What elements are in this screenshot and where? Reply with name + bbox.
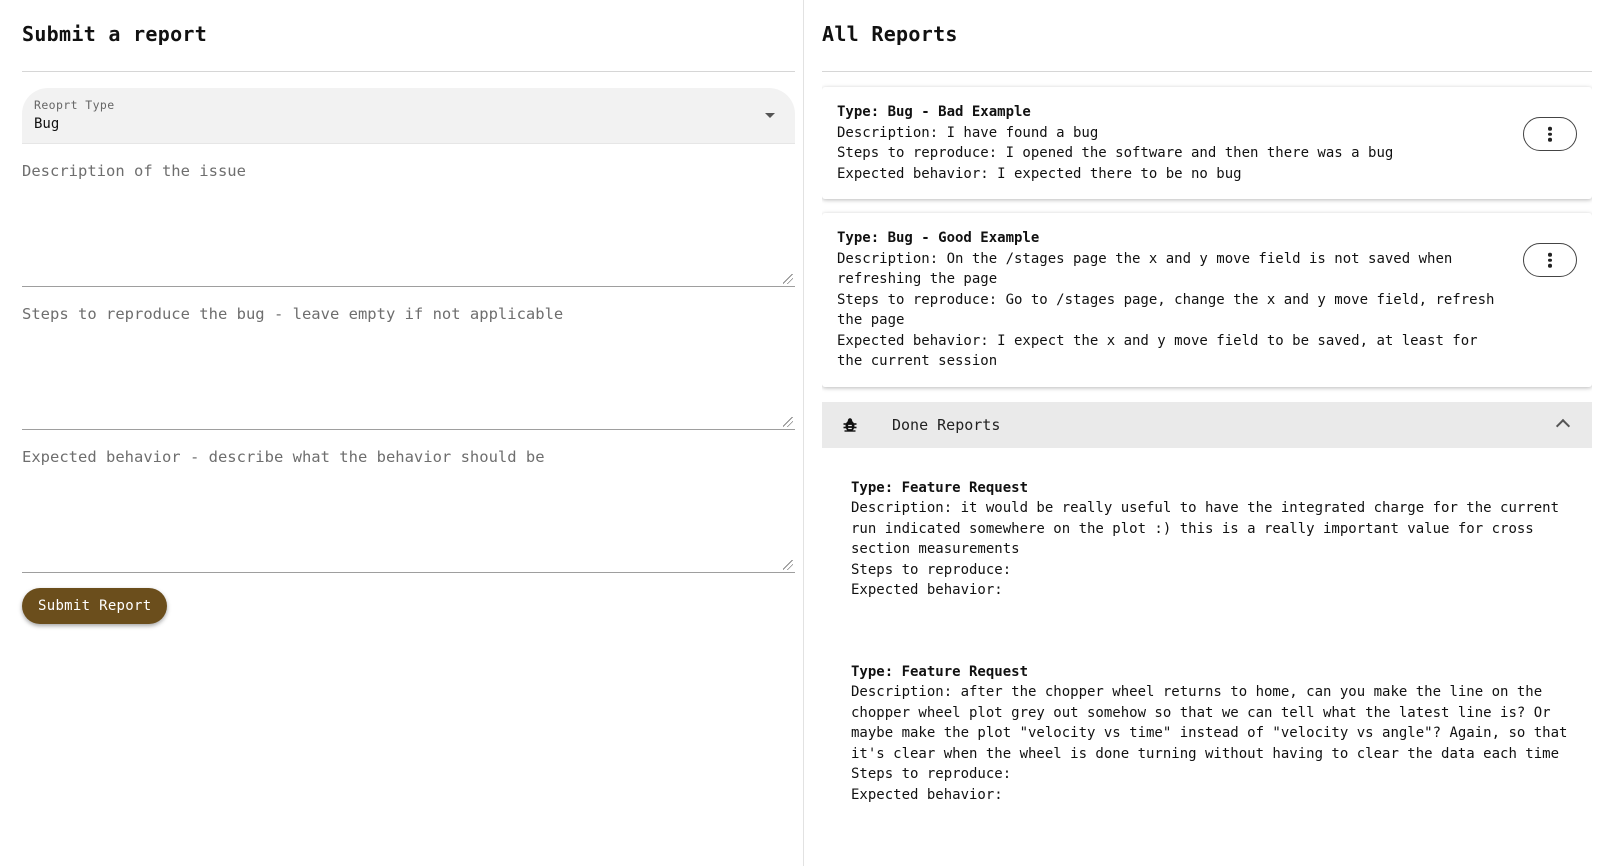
report-steps: Steps to reproduce: I opened the softwar… xyxy=(837,145,1394,161)
report-menu-button[interactable] xyxy=(1523,243,1577,277)
panel-divider xyxy=(803,0,804,866)
report-expected: Expected behavior: I expect the x and y … xyxy=(837,332,1478,370)
done-reports-expander[interactable]: Done Reports xyxy=(822,401,1592,448)
report-description: Description: after the chopper wheel ret… xyxy=(851,684,1568,762)
chevron-up-icon xyxy=(1555,418,1571,433)
done-report-item: Type: Feature Request Description: after… xyxy=(851,662,1577,806)
report-expected: Expected behavior: xyxy=(851,582,1003,598)
report-page: Submit a report Reoprt Type Bug Submit R… xyxy=(0,0,1603,866)
report-card: Type: Bug - Good Example Description: On… xyxy=(822,213,1592,387)
description-textarea[interactable] xyxy=(22,144,795,286)
expected-textarea[interactable] xyxy=(22,430,795,572)
report-type-value: Bug xyxy=(34,116,60,132)
done-reports-title: Done Reports xyxy=(892,415,1001,434)
report-description: Description: On the /stages page the x a… xyxy=(837,250,1453,288)
done-reports-list: Type: Feature Request Description: it wo… xyxy=(822,448,1592,806)
report-card: Type: Bug - Bad Example Description: I h… xyxy=(822,87,1592,199)
more-vertical-icon xyxy=(1548,251,1552,270)
title-divider xyxy=(22,71,795,72)
report-steps: Steps to reproduce: xyxy=(851,561,1012,578)
report-type-label: Reoprt Type xyxy=(34,98,115,112)
report-expected: Expected behavior: I expected there to b… xyxy=(837,165,1242,182)
steps-textarea[interactable] xyxy=(22,287,795,429)
resize-handle-icon[interactable] xyxy=(783,417,793,427)
report-expected: Expected behavior: xyxy=(851,786,1003,803)
submit-report-panel: Submit a report Reoprt Type Bug Submit R… xyxy=(22,0,795,624)
report-type-text: Type: Feature Request xyxy=(851,663,1029,680)
report-menu-button[interactable] xyxy=(1523,117,1577,151)
submit-report-button[interactable]: Submit Report xyxy=(22,588,168,624)
report-type-text: Type: Bug - Good Example xyxy=(837,230,1040,246)
more-vertical-icon xyxy=(1548,125,1552,144)
all-reports-title: All Reports xyxy=(822,22,958,46)
report-steps: Steps to reproduce: xyxy=(851,766,1012,782)
report-steps: Steps to reproduce: Go to /stages page, … xyxy=(837,291,1495,329)
expected-field xyxy=(22,430,795,573)
title-divider xyxy=(822,71,1592,72)
bug-icon xyxy=(843,417,857,432)
resize-handle-icon[interactable] xyxy=(783,560,793,570)
report-type-select[interactable]: Reoprt Type Bug xyxy=(22,88,795,144)
all-reports-panel: All Reports Type: Bug - Bad Example Desc… xyxy=(822,0,1592,866)
report-type-text: Type: Feature Request xyxy=(851,479,1029,496)
report-type-text: Type: Bug - Bad Example xyxy=(837,104,1031,120)
report-description: Description: I have found a bug xyxy=(837,124,1099,141)
resize-handle-icon[interactable] xyxy=(783,274,793,284)
done-report-item: Type: Feature Request Description: it wo… xyxy=(851,478,1577,601)
dropdown-arrow-icon xyxy=(765,113,775,118)
report-description: Description: it would be really useful t… xyxy=(851,500,1560,557)
submit-report-title: Submit a report xyxy=(22,22,208,46)
description-field xyxy=(22,144,795,287)
steps-field xyxy=(22,287,795,430)
